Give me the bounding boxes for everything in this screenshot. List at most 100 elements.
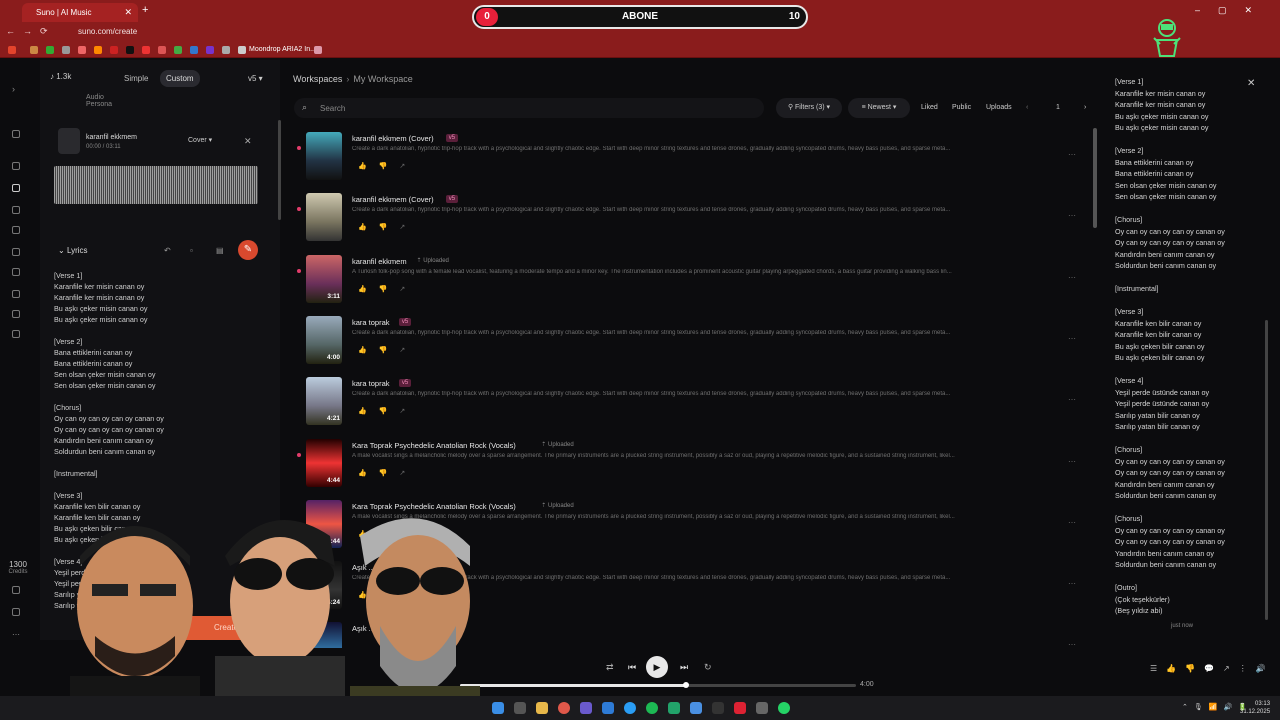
home-icon[interactable] <box>12 162 20 170</box>
uploads-filter[interactable]: Uploads <box>986 104 1012 111</box>
repeat-icon[interactable]: ↻ <box>704 662 712 673</box>
filters-button[interactable]: ⚲ Filters (3) ▾ <box>776 98 842 118</box>
spotify-icon[interactable] <box>646 702 658 714</box>
row-actions[interactable]: 👍👎↗ <box>358 591 417 599</box>
tab-persona[interactable]: Persona <box>86 101 112 108</box>
bookmark-icon[interactable] <box>30 46 38 54</box>
play-button[interactable]: ▶ <box>646 656 668 678</box>
row-actions[interactable]: 👍👎↗ <box>358 469 417 477</box>
url-field[interactable]: suno.com/create <box>78 27 137 36</box>
lyrics-editor[interactable]: [Verse 1] Karanfile ker misin canan oy Kar… <box>54 270 254 610</box>
bookmark-icon[interactable] <box>8 46 16 54</box>
browser-tab[interactable]: Suno | AI Music ✕ <box>22 3 138 22</box>
song-title[interactable]: kara toprak <box>352 379 390 388</box>
row-actions[interactable]: 👍👎↗ <box>358 346 417 354</box>
song-title[interactable]: Kara Toprak Psychedelic Anatolian Rock (… <box>352 502 516 511</box>
logo-icon[interactable] <box>12 130 20 138</box>
more-options-icon[interactable]: ⋯ <box>1068 457 1076 466</box>
bookmark-icon[interactable] <box>110 46 118 54</box>
more-options-icon[interactable]: ⋯ <box>1068 334 1076 343</box>
more-options-icon[interactable]: ⋯ <box>1068 150 1076 159</box>
telegram-icon[interactable] <box>624 702 636 714</box>
bookmark-label[interactable]: Moondrop ARIA2 In... <box>249 46 316 53</box>
song-row[interactable]: 4:21 kara toprak v5 Create a dark anatolian… <box>290 373 1100 433</box>
undo-icon[interactable]: ↶ <box>164 246 171 255</box>
more-options-icon[interactable]: ⋯ <box>1068 395 1076 404</box>
bookmark-icon[interactable] <box>314 46 322 54</box>
song-row[interactable]: 4:00 kara toprak v5 Create a dark anatolian… <box>290 312 1100 372</box>
liked-filter[interactable]: Liked <box>921 104 938 111</box>
song-row[interactable]: 4:24 Aşık ... Arşiv (Cover) v5 Create a dar… <box>290 557 1100 617</box>
bookmark-icon[interactable] <box>158 46 166 54</box>
bookmark-icon[interactable] <box>238 46 246 54</box>
prev-page-icon[interactable]: ‹ <box>1026 104 1028 111</box>
previous-icon[interactable]: ⏮ <box>628 662 636 673</box>
bookmark-icon[interactable] <box>62 46 70 54</box>
bookmark-icon[interactable] <box>46 46 54 54</box>
song-row[interactable]: karanfil ekkmem (Cover) v5 Create a dark a… <box>290 189 1100 249</box>
song-row[interactable]: 3:11 karanfil ekkmem ⇡ Uploaded A Turkish f… <box>290 251 1100 311</box>
bookmark-icon[interactable] <box>206 46 214 54</box>
radio-icon[interactable] <box>12 310 20 318</box>
song-title[interactable]: kara toprak <box>352 318 390 327</box>
trash-icon[interactable] <box>12 586 20 594</box>
main-scrollbar[interactable] <box>1093 128 1097 228</box>
explore-icon[interactable] <box>12 290 20 298</box>
row-actions[interactable]: 👍👎↗ <box>358 223 417 231</box>
app-icon[interactable] <box>756 702 768 714</box>
more-options-icon[interactable]: ⋯ <box>1068 579 1076 588</box>
credits-display[interactable]: 1300 Credits <box>2 560 34 575</box>
bookmark-icon[interactable] <box>142 46 150 54</box>
close-tab-icon[interactable]: ✕ <box>124 7 132 18</box>
start-icon[interactable] <box>492 702 504 714</box>
row-actions[interactable]: 👍👎↗ <box>358 407 417 415</box>
more-icon[interactable]: ⋯ <box>12 630 20 639</box>
song-row[interactable]: 4:44 Kara Toprak Psychedelic Anatolian Ro… <box>290 435 1100 495</box>
app-icon[interactable] <box>690 702 702 714</box>
app-icon[interactable] <box>580 702 592 714</box>
app-icon[interactable] <box>668 702 680 714</box>
taskbar-search-icon[interactable] <box>514 702 526 714</box>
lyrics-scrollbar[interactable] <box>1265 320 1268 620</box>
bookmark-icon[interactable] <box>174 46 182 54</box>
bookmark-icon[interactable] <box>126 46 134 54</box>
explorer-icon[interactable] <box>536 702 548 714</box>
clear-button[interactable]: ▤ <box>86 618 108 638</box>
waveform[interactable] <box>54 166 258 204</box>
clock[interactable]: 03:13 31.12.2025 <box>1240 700 1270 716</box>
public-filter[interactable]: Public <box>952 104 971 111</box>
bookmark-icon[interactable] <box>94 46 102 54</box>
song-row[interactable]: 4:44 Kara Toprak Psychedelic Anatolian Ro… <box>290 496 1100 556</box>
window-controls[interactable]: –▢✕ <box>1195 5 1270 16</box>
shuffle-icon[interactable]: ⇄ <box>606 662 614 673</box>
library-icon[interactable] <box>12 226 20 234</box>
lyrics-section-toggle[interactable]: ⌄ Lyrics <box>58 246 88 255</box>
player-actions[interactable]: ☰👍👎💬↗⋮🔊 <box>1150 664 1275 673</box>
song-thumbnail[interactable] <box>306 193 342 242</box>
hooks-icon[interactable] <box>12 268 20 276</box>
more-options-icon[interactable]: ⋯ <box>1068 211 1076 220</box>
progress-knob[interactable] <box>682 682 689 688</box>
left-scrollbar[interactable] <box>278 120 281 220</box>
more-options-icon[interactable]: ⋯ <box>1068 273 1076 282</box>
song-thumbnail[interactable] <box>306 132 342 180</box>
app-icon[interactable] <box>734 702 746 714</box>
whatsapp-icon[interactable] <box>778 702 790 714</box>
app-icon[interactable] <box>712 702 724 714</box>
more-options-icon[interactable]: ⋯ <box>1068 518 1076 527</box>
song-title[interactable]: karanfil ekkmem <box>352 257 407 266</box>
cover-dropdown[interactable]: Cover ▾ <box>188 136 212 144</box>
app-icon[interactable] <box>602 702 614 714</box>
bookmark-lyrics-icon[interactable]: ▫ <box>190 246 193 255</box>
tab-audio[interactable]: Audio <box>86 94 104 101</box>
search-nav-icon[interactable] <box>12 248 20 256</box>
bookmark-icon[interactable] <box>78 46 86 54</box>
nav-icons[interactable]: ←→⟳ <box>6 26 56 37</box>
progress-bar[interactable] <box>460 682 856 688</box>
next-page-icon[interactable]: › <box>1084 104 1086 111</box>
song-title[interactable]: Kara Toprak Psychedelic Anatolian Rock (… <box>352 441 516 450</box>
row-actions[interactable]: 👍👎↗ <box>358 162 417 170</box>
create-icon[interactable] <box>12 184 20 192</box>
next-icon[interactable]: ⏭ <box>680 662 688 673</box>
song-title[interactable]: karanfil ekkmem (Cover) <box>352 134 434 143</box>
